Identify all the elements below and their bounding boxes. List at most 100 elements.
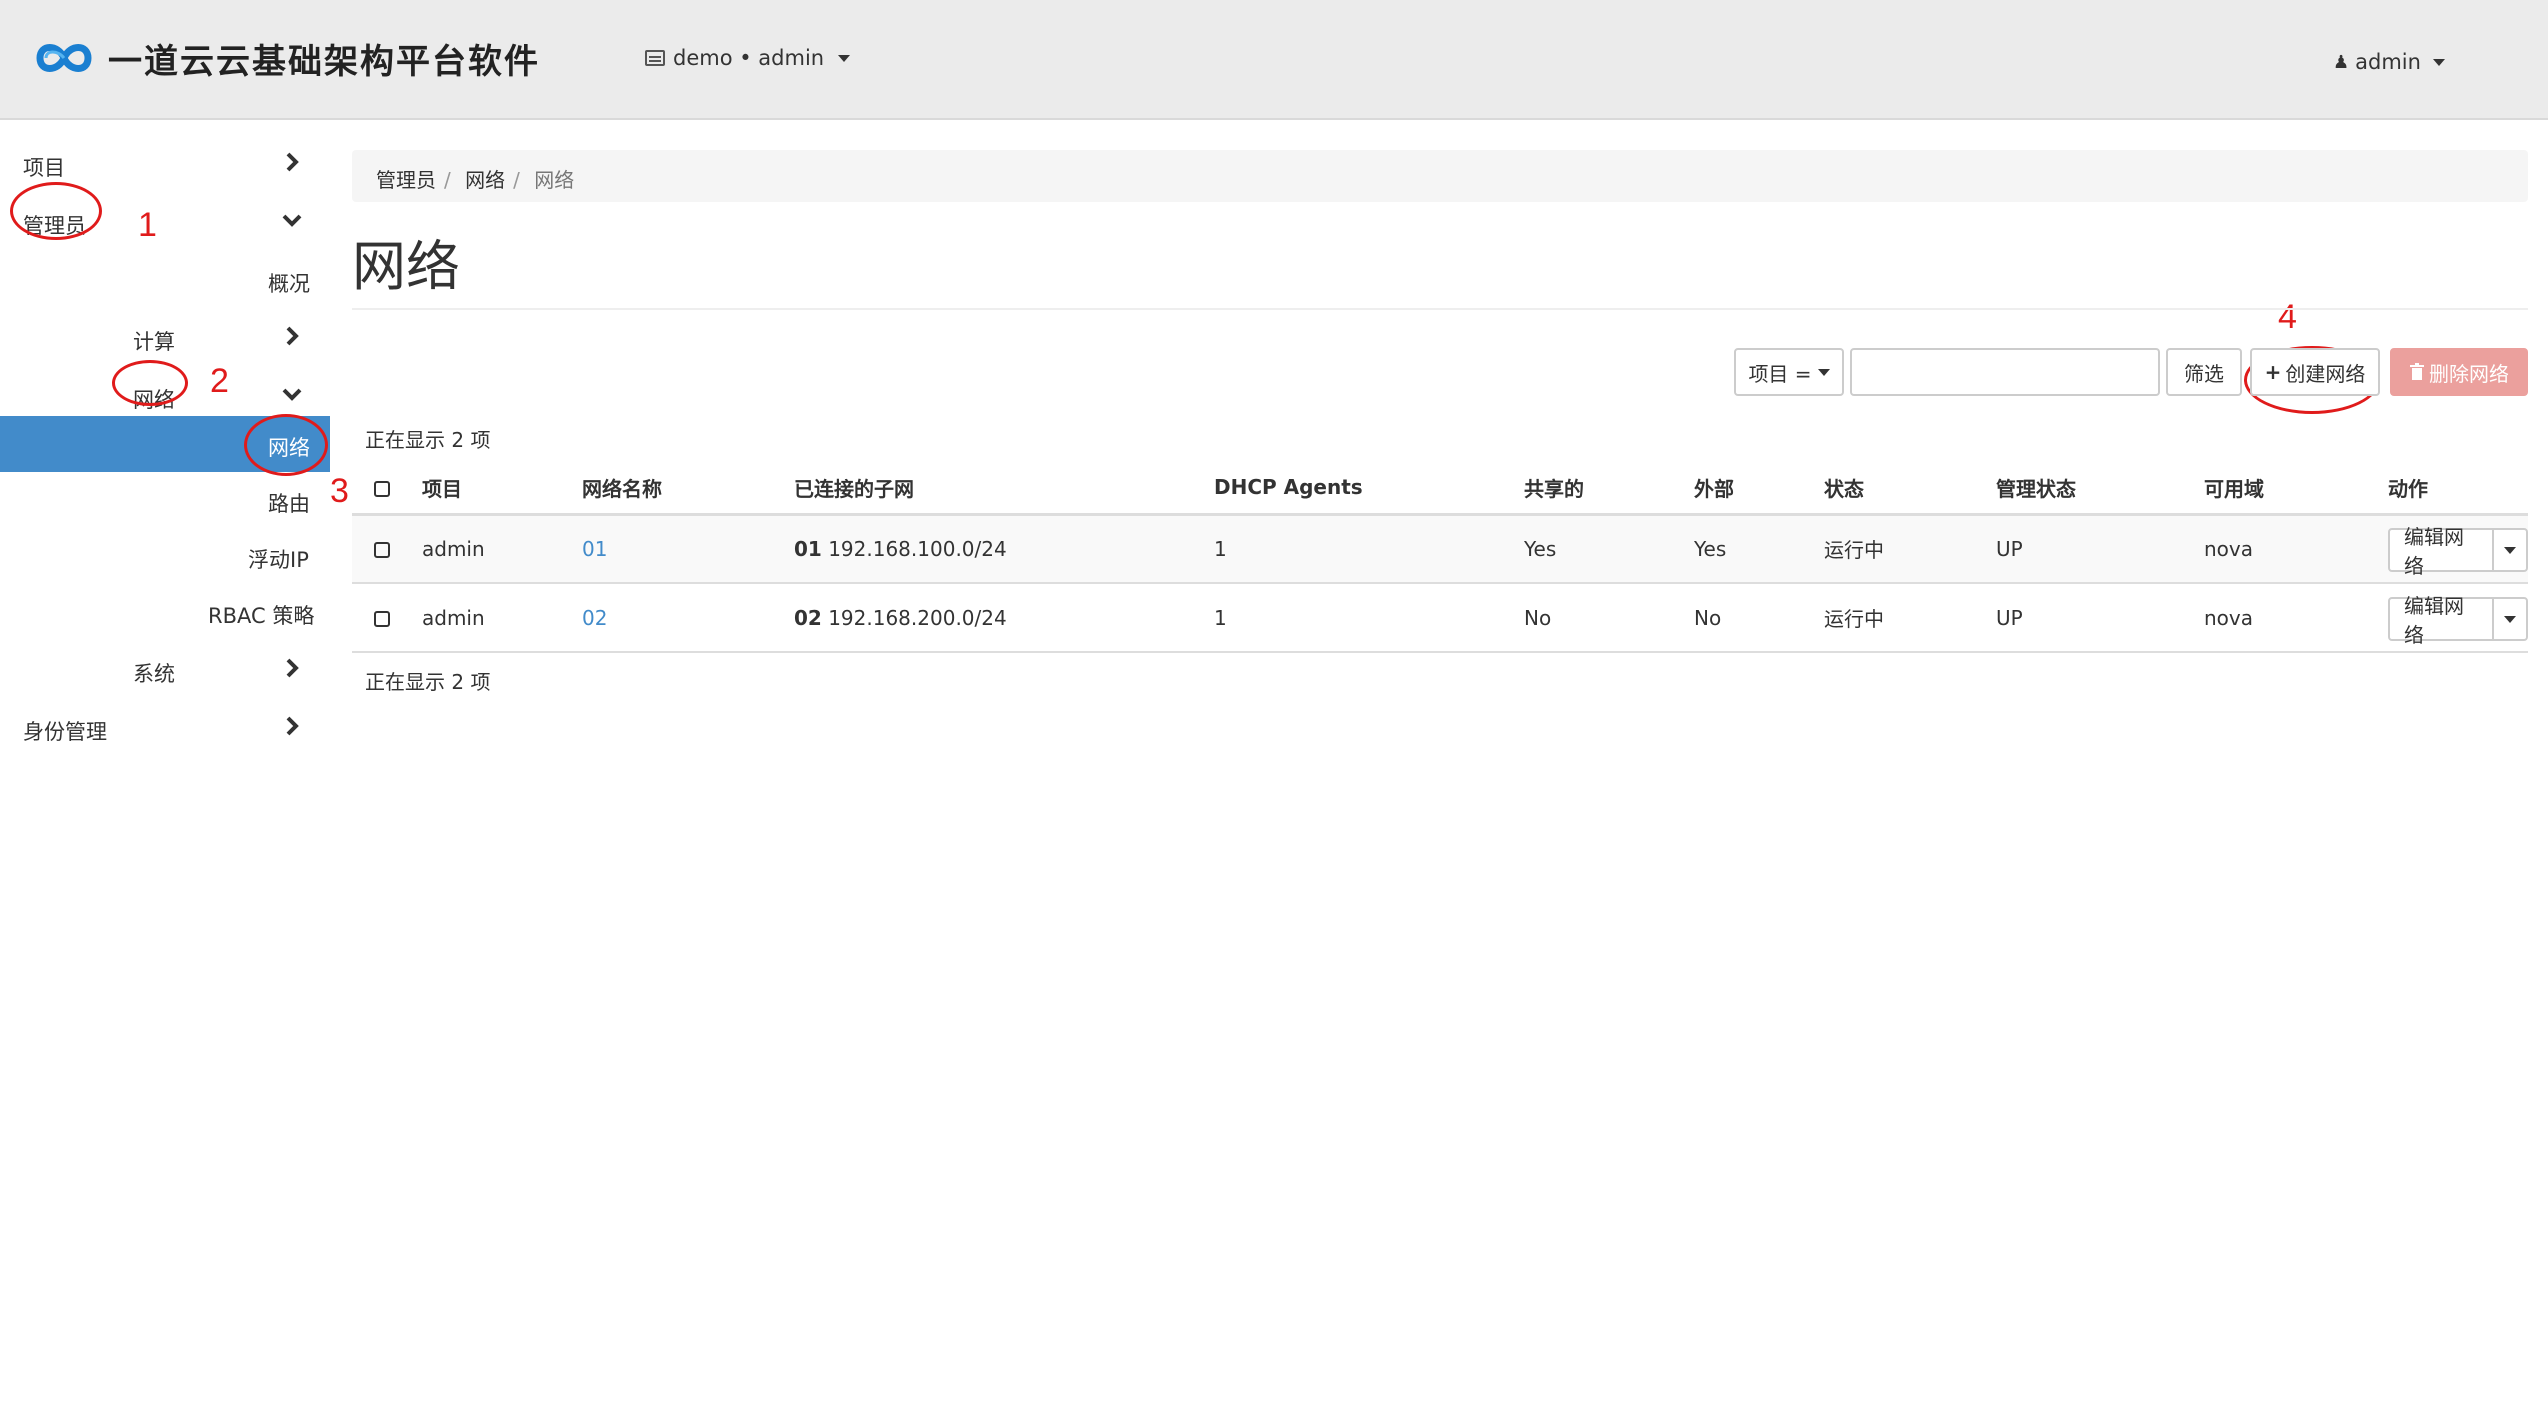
user-menu-dropdown[interactable]: ♟ admin xyxy=(2333,50,2445,74)
annotation-circle xyxy=(244,414,328,476)
sidebar-item-label: 项目 xyxy=(23,156,65,180)
subnet-name: 02 xyxy=(794,605,822,630)
table-row: admin 02 02 192.168.200.0/24 1 No No 运行中… xyxy=(352,583,2528,653)
sidebar: 项目 管理员 概况 计算 网络 网络 路由 浮动IP RBAC 策略 系统 身份… xyxy=(0,122,330,1417)
column-header[interactable]: 可用域 xyxy=(2204,462,2388,516)
column-header[interactable]: 项目 xyxy=(422,462,582,516)
annotation-number: 1 xyxy=(138,206,157,244)
chevron-right-icon xyxy=(286,152,299,172)
chevron-down-icon xyxy=(282,388,302,401)
sidebar-item-compute[interactable]: 计算 xyxy=(0,310,330,366)
column-header[interactable]: 网络名称 xyxy=(582,462,794,516)
caret-down-icon xyxy=(838,54,851,62)
filter-input[interactable] xyxy=(1850,348,2160,396)
row-checkbox[interactable] xyxy=(374,611,390,627)
cell-subnet: 01 192.168.100.0/24 xyxy=(794,514,1214,584)
column-header[interactable]: 已连接的子网 xyxy=(794,462,1214,516)
edit-network-button[interactable]: 编辑网络 xyxy=(2390,525,2495,578)
breadcrumb-separator: / xyxy=(513,168,520,192)
edit-network-button[interactable]: 编辑网络 xyxy=(2390,594,2495,647)
plus-icon: + xyxy=(2264,360,2282,384)
breadcrumb-admin[interactable]: 管理员 xyxy=(376,168,436,192)
cell-shared: Yes xyxy=(1524,514,1694,584)
item-count-bottom: 正在显示 2 项 xyxy=(365,670,491,694)
sidebar-item-label: 概况 xyxy=(268,272,310,296)
row-action-dropdown[interactable] xyxy=(2494,615,2526,623)
caret-down-icon xyxy=(2504,615,2517,623)
cell-status: 运行中 xyxy=(1824,583,1996,653)
chevron-down-icon xyxy=(282,214,302,227)
sidebar-item-label: RBAC 策略 xyxy=(208,604,315,628)
annotation-number: 4 xyxy=(2278,298,2297,336)
annotation-circle xyxy=(10,182,102,240)
annotation-circle xyxy=(112,360,188,406)
sidebar-item-identity[interactable]: 身份管理 xyxy=(0,700,330,756)
cell-availability-zone: nova xyxy=(2204,583,2388,653)
user-icon: ♟ xyxy=(2333,51,2350,73)
create-network-label: 创建网络 xyxy=(2285,361,2366,386)
annotation-number: 3 xyxy=(330,472,349,510)
server-icon xyxy=(645,50,665,66)
annotation-number: 2 xyxy=(210,362,229,400)
row-checkbox[interactable] xyxy=(374,542,390,559)
cell-status: 运行中 xyxy=(1824,514,1996,584)
trash-icon xyxy=(2410,363,2424,380)
column-header[interactable]: DHCP Agents xyxy=(1214,462,1524,516)
subnet-cidr: 192.168.100.0/24 xyxy=(828,536,1007,561)
cell-dhcp: 1 xyxy=(1214,583,1524,653)
network-name-link[interactable]: 01 xyxy=(582,537,607,561)
project-context-dropdown[interactable]: demo • admin xyxy=(645,46,851,70)
subnet-name: 01 xyxy=(794,536,822,561)
brand-logo[interactable]: 一道云云基础架构平台软件 xyxy=(26,30,540,86)
infinity-logo-icon xyxy=(36,44,92,72)
user-label: admin xyxy=(2355,50,2421,74)
column-header[interactable]: 状态 xyxy=(1824,462,1996,516)
filter-field-dropdown[interactable]: 项目 = xyxy=(1734,348,1844,396)
column-header: 动作 xyxy=(2388,462,2528,516)
cell-admin-state: UP xyxy=(1996,514,2204,584)
breadcrumb-separator: / xyxy=(444,168,451,192)
breadcrumb: 管理员 / 网络 / 网络 xyxy=(352,150,2528,202)
delete-network-button[interactable]: 删除网络 xyxy=(2390,348,2528,396)
cell-external: Yes xyxy=(1694,514,1824,584)
column-header[interactable]: 共享的 xyxy=(1524,462,1694,516)
cell-availability-zone: nova xyxy=(2204,514,2388,584)
create-network-button[interactable]: + 创建网络 xyxy=(2250,348,2380,396)
delete-network-label: 删除网络 xyxy=(2429,361,2509,386)
sidebar-item-label: 计算 xyxy=(133,330,175,354)
chevron-right-icon xyxy=(286,658,299,678)
column-header[interactable]: 管理状态 xyxy=(1996,462,2204,516)
row-action-dropdown[interactable] xyxy=(2494,546,2526,554)
breadcrumb-network[interactable]: 网络 xyxy=(465,168,505,192)
cell-external: No xyxy=(1694,583,1824,653)
select-all-checkbox[interactable] xyxy=(374,480,390,497)
sidebar-item-label: 身份管理 xyxy=(23,720,107,744)
chevron-right-icon xyxy=(286,326,299,346)
context-label: demo • admin xyxy=(673,46,825,70)
sidebar-item-label: 路由 xyxy=(268,492,310,516)
cell-project: admin xyxy=(422,514,582,584)
sidebar-item-floating-ip[interactable]: 浮动IP xyxy=(0,528,330,584)
sidebar-item-label: 系统 xyxy=(133,662,175,686)
network-name-link[interactable]: 02 xyxy=(582,606,607,630)
cell-admin-state: UP xyxy=(1996,583,2204,653)
brand-title: 一道云云基础架构平台软件 xyxy=(108,41,540,82)
cell-project: admin xyxy=(422,583,582,653)
sidebar-item-routers[interactable]: 路由 xyxy=(0,472,330,528)
sidebar-item-rbac[interactable]: RBAC 策略 xyxy=(0,584,330,640)
item-count-top: 正在显示 2 项 xyxy=(365,428,491,452)
table-row: admin 01 01 192.168.100.0/24 1 Yes Yes 运… xyxy=(352,514,2528,584)
sidebar-item-system[interactable]: 系统 xyxy=(0,642,330,698)
filter-button[interactable]: 筛选 xyxy=(2166,348,2242,396)
page-title: 网络 xyxy=(352,235,460,298)
title-divider xyxy=(352,308,2528,310)
top-navbar: 一道云云基础架构平台软件 demo • admin ♟ admin xyxy=(0,0,2548,120)
row-action-group: 编辑网络 xyxy=(2388,525,2528,578)
row-action-group: 编辑网络 xyxy=(2388,594,2528,647)
caret-down-icon xyxy=(2432,58,2445,66)
cell-shared: No xyxy=(1524,583,1694,653)
column-header[interactable]: 外部 xyxy=(1694,462,1824,516)
sidebar-item-overview[interactable]: 概况 xyxy=(0,252,330,308)
sidebar-item-label: 浮动IP xyxy=(248,548,309,572)
filter-field-label: 项目 = xyxy=(1748,361,1812,386)
